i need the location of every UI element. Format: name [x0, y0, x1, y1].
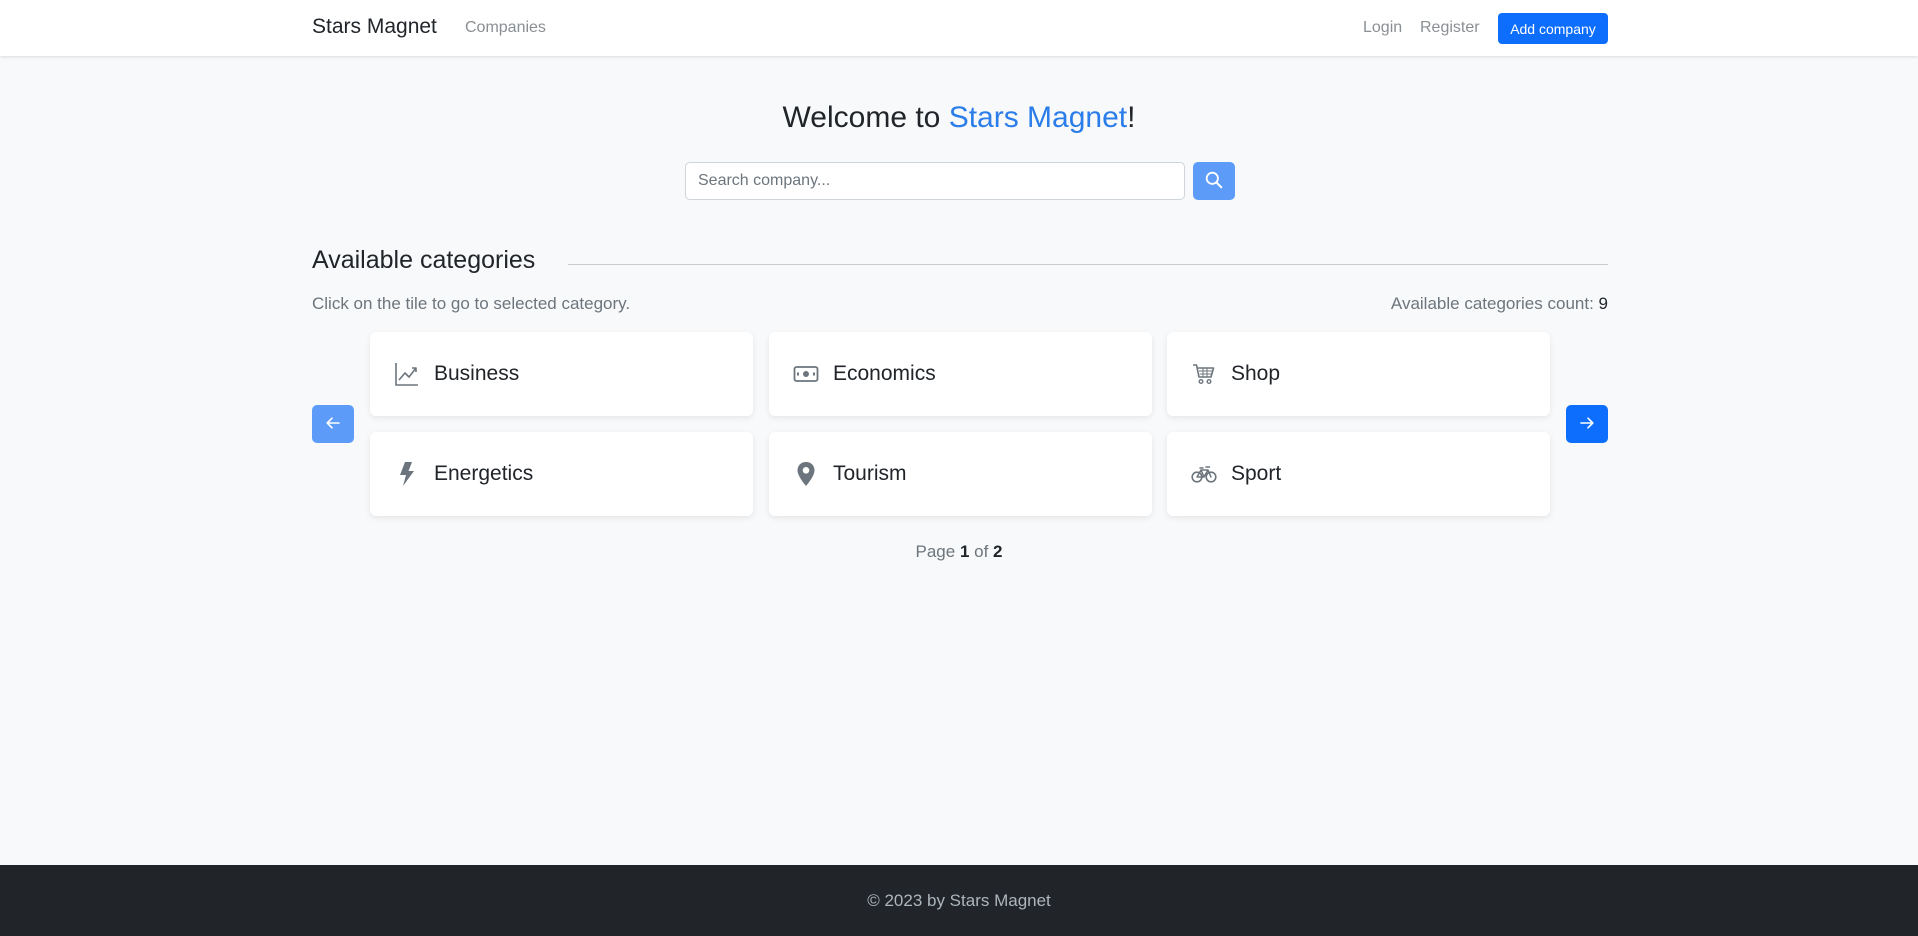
categories-hint: Click on the tile to go to selected cate… — [312, 294, 631, 313]
category-label: Shop — [1231, 362, 1281, 385]
category-tile-tourism[interactable]: Tourism — [769, 432, 1152, 516]
previous-page-button[interactable] — [312, 405, 354, 443]
category-tile-economics[interactable]: Economics — [769, 332, 1152, 416]
section-divider — [568, 264, 1608, 265]
add-company-button[interactable]: Add company — [1498, 13, 1608, 44]
category-tile-sport[interactable]: Sport — [1167, 432, 1550, 516]
bicycle-icon — [1189, 459, 1219, 489]
pager-middle: of — [969, 542, 994, 561]
page-indicator: Page 1 of 2 — [0, 542, 1918, 562]
footer-copyright: © 2023 by Stars Magnet — [867, 890, 1051, 910]
categories-title: Available categories — [312, 246, 536, 274]
chart-line-icon — [392, 359, 422, 389]
category-tile-business[interactable]: Business — [370, 332, 753, 416]
category-tile-energetics[interactable]: Energetics — [370, 432, 753, 516]
top-navbar: Stars Magnet Companies Login Register Ad… — [0, 0, 1918, 56]
welcome-brand: Stars Magnet — [948, 101, 1128, 134]
nav-companies-link[interactable]: Companies — [465, 19, 546, 37]
current-page: 1 — [959, 542, 970, 561]
arrow-left-icon — [325, 415, 341, 434]
welcome-heading: Welcome to Stars Magnet! — [0, 101, 1918, 135]
nav-login-link[interactable]: Login — [1363, 19, 1402, 37]
welcome-prefix: Welcome to — [782, 101, 949, 134]
pager-prefix: Page — [915, 542, 960, 561]
lightning-icon — [392, 459, 422, 489]
arrow-right-icon — [1579, 415, 1595, 434]
cart-icon — [1189, 359, 1219, 389]
search-button[interactable] — [1193, 162, 1235, 200]
category-tile-shop[interactable]: Shop — [1167, 332, 1550, 416]
category-label: Sport — [1231, 462, 1282, 485]
search-icon — [1205, 171, 1223, 192]
page-footer: © 2023 by Stars Magnet — [0, 865, 1918, 936]
next-page-button[interactable] — [1566, 405, 1608, 443]
category-label: Business — [434, 362, 520, 385]
welcome-suffix: ! — [1127, 101, 1136, 134]
categories-count-value: 9 — [1598, 294, 1608, 313]
search-input[interactable] — [685, 162, 1185, 200]
map-pin-icon — [791, 459, 821, 489]
brand-link[interactable]: Stars Magnet — [312, 15, 437, 39]
total-pages: 2 — [993, 542, 1003, 561]
categories-count-label: Available categories count: — [1390, 294, 1599, 313]
cash-icon — [791, 359, 821, 389]
categories-count: Available categories count: 9 — [1391, 294, 1608, 314]
nav-register-link[interactable]: Register — [1420, 19, 1480, 37]
category-label: Tourism — [833, 462, 907, 485]
category-label: Economics — [833, 362, 936, 385]
category-label: Energetics — [434, 462, 534, 485]
